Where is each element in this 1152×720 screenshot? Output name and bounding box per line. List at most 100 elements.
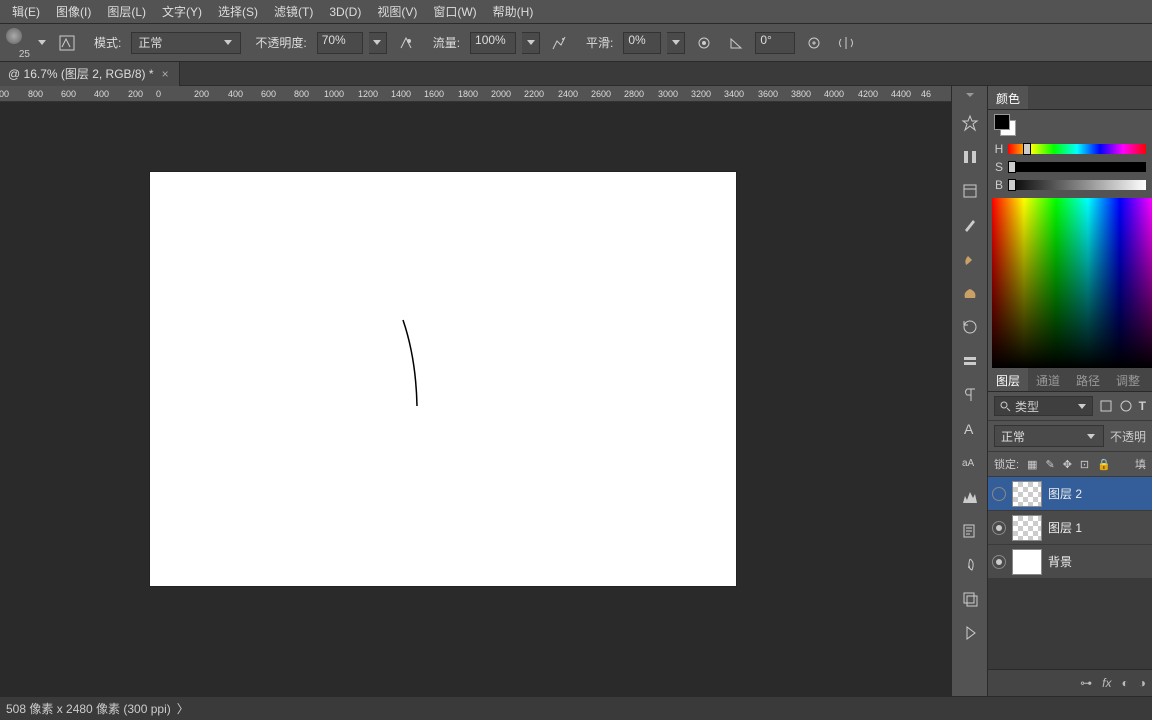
layer-name[interactable]: 图层 2 bbox=[1048, 485, 1082, 502]
opacity-input[interactable]: 70% bbox=[317, 32, 363, 54]
adjustment-layer-icon[interactable]: ◑ bbox=[1139, 676, 1146, 690]
brush-preset-picker[interactable]: 25 bbox=[4, 28, 30, 58]
smooth-settings-button[interactable] bbox=[691, 30, 717, 56]
sat-slider[interactable] bbox=[1008, 162, 1146, 172]
layer-name[interactable]: 图层 1 bbox=[1048, 519, 1082, 536]
svg-text:aA: aA bbox=[962, 458, 975, 469]
visibility-toggle[interactable] bbox=[992, 521, 1006, 535]
pressure-opacity-button[interactable] bbox=[393, 30, 419, 56]
angle-input[interactable]: 0° bbox=[755, 32, 795, 54]
layer-comps-icon[interactable] bbox=[959, 588, 981, 610]
fg-swatch[interactable] bbox=[994, 114, 1010, 130]
clone-source-icon[interactable] bbox=[959, 282, 981, 304]
canvas[interactable] bbox=[150, 172, 736, 586]
status-flyout-icon[interactable]: 〉 bbox=[177, 700, 189, 717]
tab-layers[interactable]: 图层 bbox=[988, 368, 1028, 391]
right-panels: 颜色 H S B 图层 通道 路径 调整 类型 T bbox=[987, 86, 1152, 696]
layer-filter-select[interactable]: 类型 bbox=[994, 396, 1093, 416]
canvas-viewport[interactable] bbox=[0, 102, 951, 696]
ruler-tick: 1600 bbox=[424, 89, 444, 99]
slider-handle[interactable] bbox=[1023, 143, 1031, 155]
document-tab[interactable]: @ 16.7% (图层 2, RGB/8) * × bbox=[0, 62, 180, 86]
menu-select[interactable]: 选择(S) bbox=[210, 3, 266, 20]
visibility-toggle[interactable] bbox=[992, 487, 1006, 501]
menu-layer[interactable]: 图层(L) bbox=[99, 3, 154, 20]
menu-filter[interactable]: 滤镜(T) bbox=[266, 3, 321, 20]
histogram-icon[interactable] bbox=[959, 486, 981, 508]
properties-icon[interactable] bbox=[959, 350, 981, 372]
pressure-size-button[interactable] bbox=[801, 30, 827, 56]
symmetry-button[interactable] bbox=[833, 30, 859, 56]
menu-image[interactable]: 图像(I) bbox=[48, 3, 99, 20]
slider-handle[interactable] bbox=[1008, 161, 1016, 173]
menu-view[interactable]: 视图(V) bbox=[369, 3, 425, 20]
notes-icon[interactable] bbox=[959, 520, 981, 542]
actions-icon[interactable] bbox=[959, 622, 981, 644]
link-layers-icon[interactable]: ⊶ bbox=[1080, 676, 1092, 690]
libraries-icon[interactable] bbox=[959, 180, 981, 202]
filter-adjust-icon[interactable] bbox=[1119, 399, 1133, 413]
layer-mask-icon[interactable]: ◐ bbox=[1122, 676, 1129, 690]
close-icon[interactable]: × bbox=[160, 67, 171, 81]
brush-settings-icon[interactable] bbox=[959, 248, 981, 270]
lock-pixels-icon[interactable]: ▦ bbox=[1027, 458, 1037, 471]
tab-paths[interactable]: 路径 bbox=[1068, 368, 1108, 391]
color-picker[interactable] bbox=[992, 198, 1152, 368]
menu-type[interactable]: 文字(Y) bbox=[154, 3, 210, 20]
layer-row[interactable]: 背景 bbox=[988, 545, 1152, 579]
filter-pixel-icon[interactable] bbox=[1099, 399, 1113, 413]
ruler-tick: 4400 bbox=[891, 89, 911, 99]
layer-thumbnail[interactable] bbox=[1012, 515, 1042, 541]
menu-edit[interactable]: 辑(E) bbox=[4, 3, 48, 20]
slider-handle[interactable] bbox=[1008, 179, 1016, 191]
menu-3d[interactable]: 3D(D) bbox=[321, 5, 369, 19]
bri-slider[interactable] bbox=[1008, 180, 1146, 190]
hue-slider[interactable] bbox=[1008, 144, 1146, 154]
expand-panels-button[interactable] bbox=[952, 90, 987, 100]
opacity-dropdown[interactable] bbox=[369, 32, 387, 54]
lock-artboard-icon[interactable]: ⊡ bbox=[1080, 458, 1089, 471]
ruler-tick: 800 bbox=[28, 89, 43, 99]
tab-channels[interactable]: 通道 bbox=[1028, 368, 1068, 391]
layer-filter-bar: 类型 T bbox=[988, 392, 1152, 421]
tab-adjustments[interactable]: 调整 bbox=[1108, 368, 1148, 391]
layer-thumbnail[interactable] bbox=[1012, 549, 1042, 575]
ruler-tick: 200 bbox=[128, 89, 143, 99]
paragraph-icon[interactable] bbox=[959, 384, 981, 406]
glyphs-icon[interactable]: aA bbox=[959, 452, 981, 474]
swatch-pair[interactable] bbox=[994, 114, 1016, 136]
ruler-tick: 3800 bbox=[791, 89, 811, 99]
lock-brush-icon[interactable]: ✎ bbox=[1045, 458, 1054, 471]
lock-all-icon[interactable]: 🔒 bbox=[1097, 458, 1111, 471]
navigator-icon[interactable] bbox=[959, 112, 981, 134]
layer-thumbnail[interactable] bbox=[1012, 481, 1042, 507]
brush-panel-button[interactable] bbox=[54, 30, 80, 56]
filter-type-icon[interactable]: T bbox=[1139, 399, 1146, 413]
layer-row[interactable]: 图层 1 bbox=[988, 511, 1152, 545]
blend-mode-value: 正常 bbox=[138, 34, 162, 51]
brushes-icon[interactable] bbox=[959, 214, 981, 236]
menu-window[interactable]: 窗口(W) bbox=[425, 3, 484, 20]
visibility-toggle[interactable] bbox=[992, 555, 1006, 569]
layer-row[interactable]: 图层 2 bbox=[988, 477, 1152, 511]
flow-input[interactable]: 100% bbox=[470, 32, 516, 54]
airbrush-button[interactable] bbox=[546, 30, 572, 56]
layer-blend-select[interactable]: 正常 bbox=[994, 425, 1104, 447]
chevron-down-icon[interactable] bbox=[38, 40, 46, 45]
lock-move-icon[interactable]: ✥ bbox=[1063, 458, 1072, 471]
tab-color[interactable]: 颜色 bbox=[988, 86, 1028, 109]
s-label: S bbox=[994, 160, 1004, 174]
flow-dropdown[interactable] bbox=[522, 32, 540, 54]
foreground-background-swatches[interactable] bbox=[988, 110, 1152, 140]
history-icon[interactable] bbox=[959, 316, 981, 338]
layer-name[interactable]: 背景 bbox=[1048, 553, 1072, 570]
info-icon[interactable] bbox=[959, 554, 981, 576]
blend-mode-select[interactable]: 正常 bbox=[131, 32, 241, 54]
smooth-input[interactable]: 0% bbox=[623, 32, 661, 54]
layer-fx-icon[interactable]: fx bbox=[1102, 676, 1111, 690]
character-icon[interactable]: A bbox=[959, 418, 981, 440]
adjustment-icon[interactable] bbox=[959, 146, 981, 168]
horizontal-ruler[interactable]: 8008006004002000200400600800100012001400… bbox=[0, 86, 951, 102]
smooth-dropdown[interactable] bbox=[667, 32, 685, 54]
menu-help[interactable]: 帮助(H) bbox=[485, 3, 542, 20]
